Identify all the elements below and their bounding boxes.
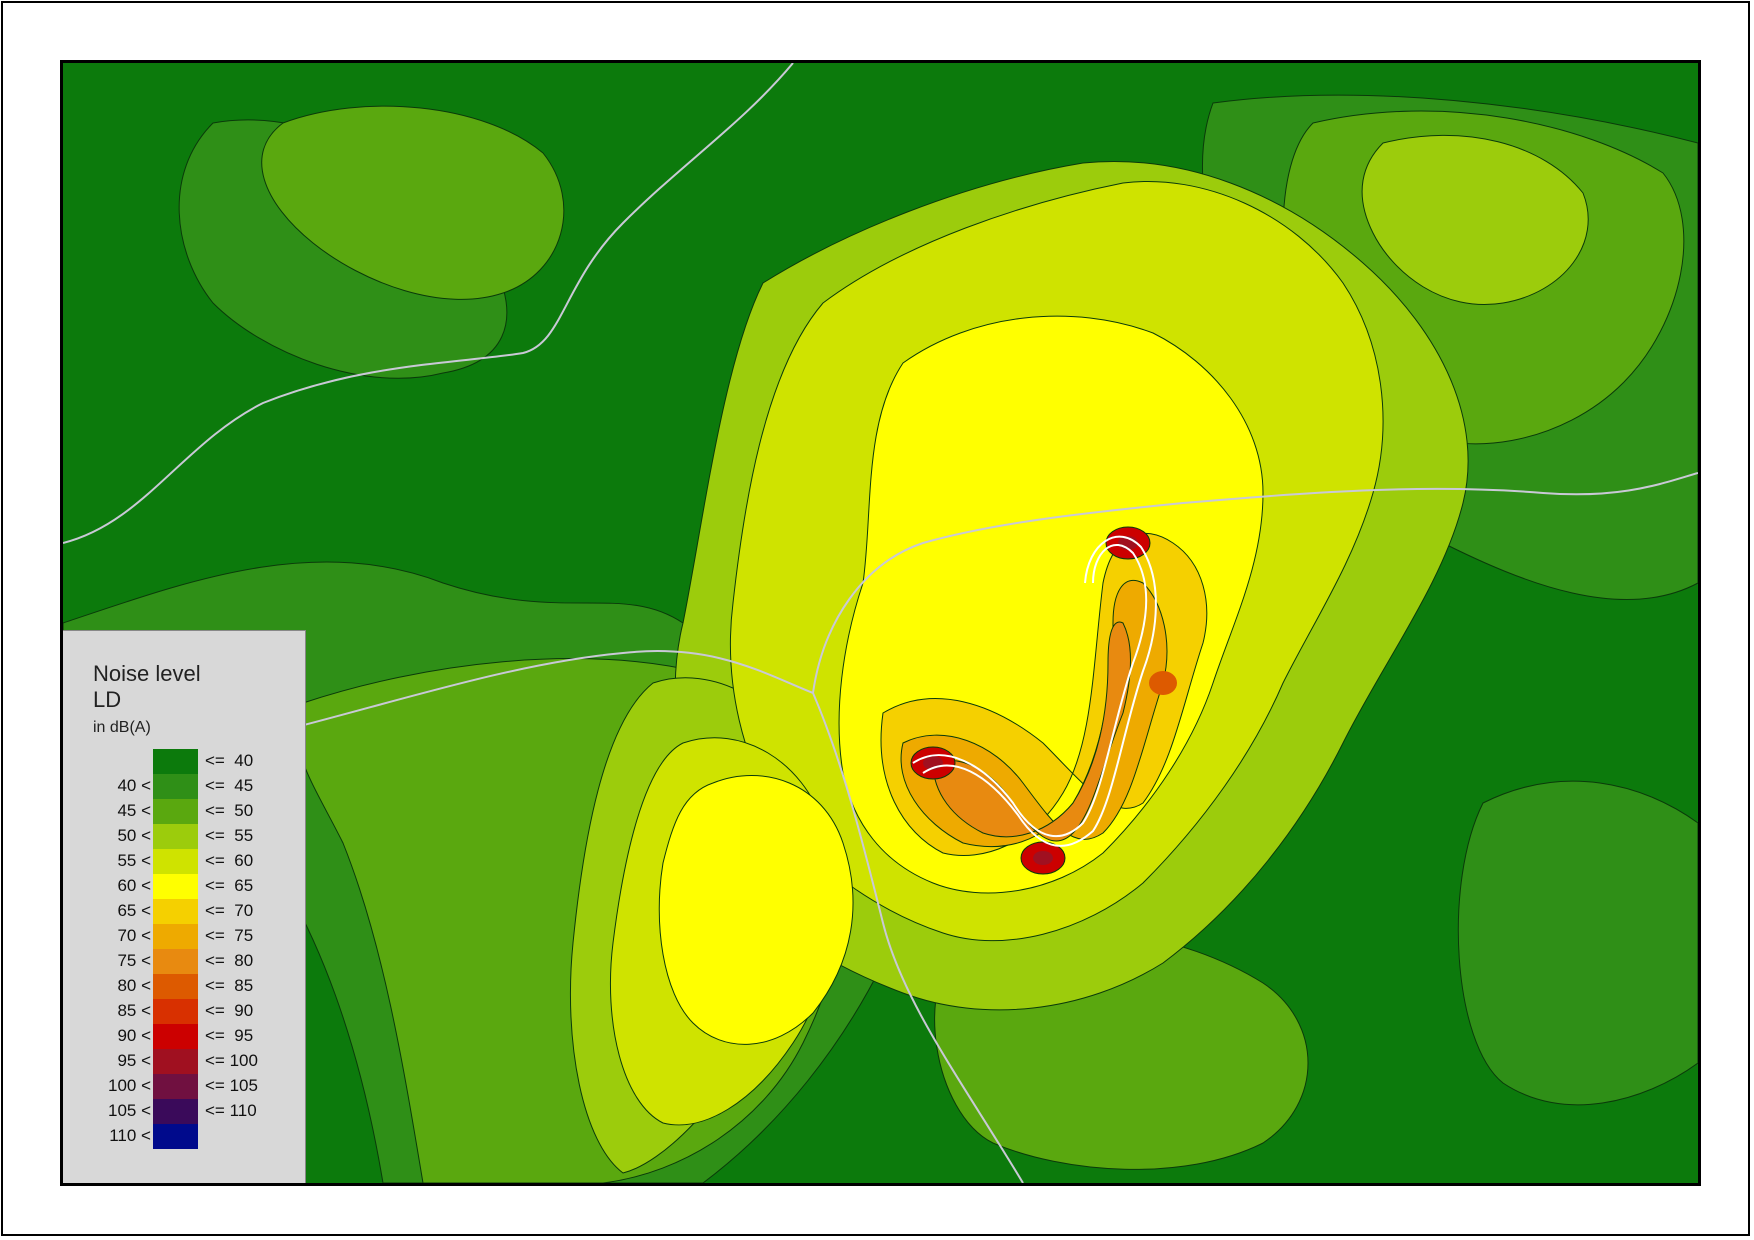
- legend-lower-bound: 70 <: [117, 926, 151, 945]
- legend-color-swatch: [153, 1049, 198, 1074]
- legend-upper-bound: <= 40: [205, 751, 254, 770]
- legend-upper-bound: <= 50: [205, 801, 254, 820]
- legend-upper-bound: <= 110: [205, 1101, 257, 1120]
- legend-row: 70 < <= 75: [63, 924, 306, 949]
- legend-color-swatch: [153, 799, 198, 824]
- legend-title: Noise level: [93, 661, 201, 686]
- legend-color-swatch: [153, 749, 198, 774]
- legend-row: 105 < <= 110: [63, 1099, 306, 1124]
- legend-color-swatch: [153, 1024, 198, 1049]
- legend-row: 80 < <= 85: [63, 974, 306, 999]
- legend-color-swatch: [153, 874, 198, 899]
- page-frame: Noise level LD in dB(A) <= 40 40 < <= 45 45…: [1, 1, 1750, 1236]
- legend-upper-bound: <= 70: [205, 901, 254, 920]
- legend-lower-bound: 60 <: [117, 876, 151, 895]
- legend-color-swatch: [153, 1099, 198, 1124]
- legend-row: 90 < <= 95: [63, 1024, 306, 1049]
- legend-lower-bound: 55 <: [117, 851, 151, 870]
- legend-lower-bound: 95 <: [117, 1051, 151, 1070]
- legend-row: <= 40: [63, 749, 306, 774]
- legend-lower-bound: 90 <: [117, 1026, 151, 1045]
- legend-unit: in dB(A): [93, 719, 151, 736]
- legend-lower-bound: 50 <: [117, 826, 151, 845]
- legend-upper-bound: <= 75: [205, 926, 254, 945]
- legend-color-swatch: [153, 1124, 198, 1149]
- legend-color-swatch: [153, 974, 198, 999]
- legend-row: 65 < <= 70: [63, 899, 306, 924]
- legend-upper-bound: <= 45: [205, 776, 254, 795]
- legend-row: 40 < <= 45: [63, 774, 306, 799]
- legend-upper-bound: <= 60: [205, 851, 254, 870]
- legend-lower-bound: 85 <: [117, 1001, 151, 1020]
- legend-row: 60 < <= 65: [63, 874, 306, 899]
- legend-row: 55 < <= 60: [63, 849, 306, 874]
- legend-row: 95 < <= 100: [63, 1049, 306, 1074]
- legend-upper-bound: <= 55: [205, 826, 254, 845]
- legend-color-swatch: [153, 949, 198, 974]
- legend-row: 110 <: [63, 1124, 306, 1149]
- legend-upper-bound: <= 65: [205, 876, 254, 895]
- legend-lower-bound: 45 <: [117, 801, 151, 820]
- legend-row: 45 < <= 50: [63, 799, 306, 824]
- legend-lower-bound: 40 <: [117, 776, 151, 795]
- legend-color-swatch: [153, 824, 198, 849]
- legend-lower-bound: 75 <: [117, 951, 151, 970]
- legend-color-swatch: [153, 774, 198, 799]
- legend-color-swatch: [153, 924, 198, 949]
- legend-upper-bound: <= 95: [205, 1026, 254, 1045]
- legend-row: 100 < <= 105: [63, 1074, 306, 1099]
- legend-lower-bound: 65 <: [117, 901, 151, 920]
- legend-color-swatch: [153, 1074, 198, 1099]
- legend-upper-bound: <= 105: [205, 1076, 258, 1095]
- legend-row: 85 < <= 90: [63, 999, 306, 1024]
- noise-map[interactable]: Noise level LD in dB(A) <= 40 40 < <= 45 45…: [60, 60, 1701, 1186]
- legend-color-swatch: [153, 849, 198, 874]
- legend-color-swatch: [153, 899, 198, 924]
- legend-subtitle: LD: [93, 687, 122, 712]
- legend-color-swatch: [153, 999, 198, 1024]
- legend-upper-bound: <= 100: [205, 1051, 258, 1070]
- legend-lower-bound: 110 <: [109, 1126, 151, 1145]
- noise-contour-map: [63, 63, 1698, 1183]
- legend-upper-bound: <= 80: [205, 951, 254, 970]
- legend-lower-bound: 80 <: [117, 976, 151, 995]
- legend-row: 75 < <= 80: [63, 949, 306, 974]
- legend-upper-bound: <= 90: [205, 1001, 254, 1020]
- legend-lower-bound: 105 <: [107, 1101, 151, 1120]
- legend-panel: Noise level LD in dB(A) <= 40 40 < <= 45 45…: [63, 630, 306, 1183]
- legend-lower-bound: 100 <: [107, 1076, 151, 1095]
- legend-row: 50 < <= 55: [63, 824, 306, 849]
- legend-upper-bound: <= 85: [205, 976, 254, 995]
